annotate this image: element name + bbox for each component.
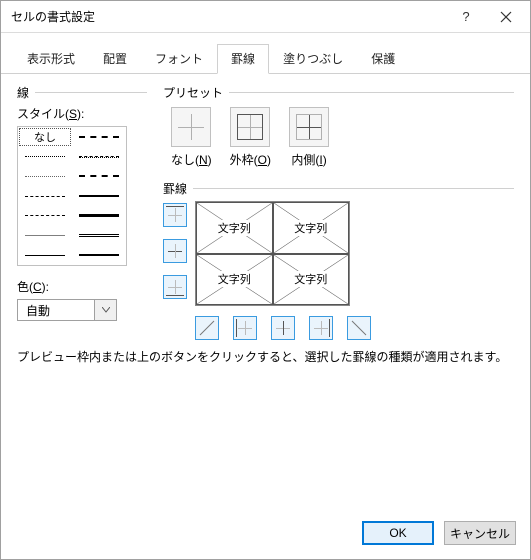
border-diag-up-toggle[interactable] (195, 316, 219, 340)
dialog-footer: OK キャンセル (1, 511, 530, 559)
preview-cell: 文字列 (273, 202, 350, 254)
border-preview[interactable]: 文字列 文字列 文字列 文字列 (195, 201, 350, 306)
tab-strip: 表示形式 配置 フォント 罫線 塗りつぶし 保護 (1, 33, 530, 74)
border-left-toggle[interactable] (233, 316, 257, 340)
line-style-3[interactable] (18, 186, 72, 206)
border-horizontal-mid-toggle[interactable] (163, 239, 187, 263)
border-bottom-toggle[interactable] (163, 275, 187, 299)
content-area: 線 スタイル(S): なし (1, 74, 530, 348)
line-group-label: 線 (17, 84, 147, 101)
bottom-toggle-row (195, 316, 371, 340)
tab-border[interactable]: 罫線 (217, 44, 269, 74)
ok-button[interactable]: OK (362, 521, 434, 545)
line-style-10[interactable] (72, 186, 126, 206)
line-style-9[interactable] (72, 166, 126, 186)
preset-none-button[interactable] (171, 107, 211, 147)
preview-cell: 文字列 (196, 254, 273, 306)
preset-none-label: なし(N) (171, 151, 212, 168)
tab-display-format[interactable]: 表示形式 (13, 44, 89, 74)
line-group-text: 線 (17, 84, 29, 101)
tab-alignment[interactable]: 配置 (89, 44, 141, 74)
style-label: スタイル(S): (17, 105, 147, 122)
line-style-6[interactable] (18, 245, 72, 265)
color-label: 色(C): (17, 278, 147, 295)
help-button[interactable]: ? (446, 2, 486, 32)
tab-protection[interactable]: 保護 (357, 44, 409, 74)
hint-text: プレビュー枠内または上のボタンをクリックすると、選択した罫線の種類が適用されます… (1, 348, 530, 373)
preset-inside: 内側(I) (289, 107, 329, 168)
preset-outside-label: 外枠(O) (230, 151, 271, 168)
line-style-11[interactable] (72, 206, 126, 226)
line-style-2[interactable] (18, 166, 72, 186)
border-vertical-mid-toggle[interactable] (271, 316, 295, 340)
chevron-down-icon (94, 300, 116, 320)
preset-group-text: プリセット (163, 84, 223, 101)
border-group-text: 罫線 (163, 180, 187, 197)
preset-inside-label: 内側(I) (291, 151, 326, 168)
line-style-list[interactable]: なし (17, 126, 127, 266)
border-top-toggle[interactable] (163, 203, 187, 227)
close-button[interactable] (486, 2, 526, 32)
close-icon (500, 11, 512, 23)
right-column: プリセット なし(N) (163, 84, 514, 340)
preset-group-label: プリセット (163, 84, 514, 101)
line-style-8[interactable] (72, 147, 126, 167)
preset-inside-button[interactable] (289, 107, 329, 147)
format-cells-dialog: セルの書式設定 ? 表示形式 配置 フォント 罫線 塗りつぶし 保護 線 スタイ… (0, 0, 531, 560)
line-style-1[interactable] (18, 147, 72, 167)
preview-cell: 文字列 (196, 202, 273, 254)
preset-none: なし(N) (171, 107, 212, 168)
tab-font[interactable]: フォント (141, 44, 217, 74)
preset-outside: 外枠(O) (230, 107, 271, 168)
line-style-7[interactable] (72, 127, 126, 147)
border-group-label: 罫線 (163, 180, 514, 197)
color-value: 自動 (18, 302, 94, 319)
line-style-4[interactable] (18, 206, 72, 226)
preset-outside-button[interactable] (230, 107, 270, 147)
line-group: 線 スタイル(S): なし (17, 84, 147, 340)
preset-row: なし(N) 外枠(O) (171, 107, 514, 168)
left-toggle-col (163, 201, 187, 299)
border-area: 文字列 文字列 文字列 文字列 (163, 201, 514, 340)
preview-cell: 文字列 (273, 254, 350, 306)
color-select[interactable]: 自動 (17, 299, 117, 321)
dialog-title: セルの書式設定 (11, 8, 446, 25)
line-style-5[interactable] (18, 226, 72, 246)
line-style-none[interactable]: なし (18, 127, 72, 147)
border-right-toggle[interactable] (309, 316, 333, 340)
border-diag-down-toggle[interactable] (347, 316, 371, 340)
tab-fill[interactable]: 塗りつぶし (269, 44, 357, 74)
line-style-13[interactable] (72, 245, 126, 265)
line-style-12[interactable] (72, 226, 126, 246)
cancel-button[interactable]: キャンセル (444, 521, 516, 545)
titlebar: セルの書式設定 ? (1, 1, 530, 33)
